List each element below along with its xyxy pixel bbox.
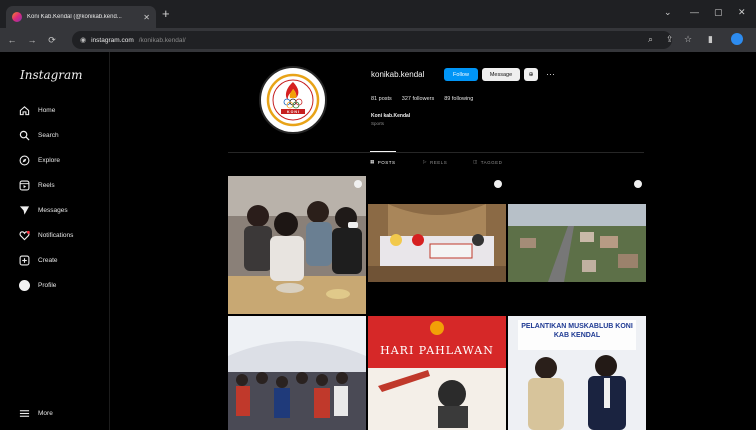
sidebar-item-label: Reels xyxy=(38,181,55,189)
post-caption-muskablub: PELANTIKAN MUSKABLUB KONI KAB KENDAL xyxy=(521,323,633,339)
add-person-icon: ⊕ xyxy=(528,72,534,78)
browser-toolbar: ← → ⟳ ◉ instagram.com/konikab.kendal/ xyxy=(0,28,756,52)
compass-icon xyxy=(18,154,30,166)
sidebar-item-explore[interactable]: Explore xyxy=(18,154,60,166)
message-button[interactable]: Message xyxy=(482,68,520,81)
profile-stats: 81 posts 327 followers 89 following xyxy=(371,96,473,102)
sidebar-item-label: Create xyxy=(38,256,58,264)
post-thumbnail[interactable]: PELANTIKAN MUSKABLUB KONI KAB KENDAL xyxy=(508,316,646,430)
site-info-icon[interactable]: ◉ xyxy=(80,36,86,44)
post-thumbnail[interactable]: HARI PAHLAWAN xyxy=(368,316,506,430)
search-icon[interactable]: ⌕ xyxy=(648,34,653,45)
sidebar-icon[interactable]: ▮ xyxy=(708,34,713,45)
browser-profile-avatar[interactable] xyxy=(731,33,743,45)
share-icon[interactable]: ⇪ xyxy=(666,34,674,45)
post-thumbnail[interactable] xyxy=(508,176,646,314)
post-caption-hari-pahlawan: HARI PAHLAWAN xyxy=(380,344,494,357)
sidebar-item-create[interactable]: Create xyxy=(18,254,58,266)
sidebar-item-label: Profile xyxy=(38,281,57,289)
sidebar-item-search[interactable]: Search xyxy=(18,129,59,141)
sidebar-item-notifications[interactable]: Notifications xyxy=(18,229,73,241)
search-icon xyxy=(18,129,30,141)
post-thumbnail[interactable] xyxy=(228,176,366,314)
posts-count: 81 posts xyxy=(371,96,392,102)
tabs-divider xyxy=(228,152,644,153)
close-window-icon[interactable]: ✕ xyxy=(738,7,746,18)
heart-icon xyxy=(18,229,30,241)
tab-reels[interactable]: ▷ REELS xyxy=(423,159,447,165)
browser-tab[interactable]: Koni Kab.Kendal (@konikab.kend... ✕ xyxy=(6,6,156,28)
instagram-favicon-icon xyxy=(12,12,22,22)
restore-icon[interactable]: ▢ xyxy=(714,7,723,18)
profile-display-name: Koni kab.Kendal xyxy=(371,113,411,119)
sidebar-item-label: Notifications xyxy=(38,231,74,239)
reels-icon xyxy=(18,179,30,191)
sidebar-item-label: More xyxy=(38,409,53,417)
photo-aerial-city xyxy=(508,176,646,314)
sidebar-item-profile[interactable]: Profile xyxy=(18,279,56,291)
profile-username: konikab.kendal xyxy=(371,70,425,79)
reels-icon: ▷ xyxy=(423,159,427,164)
send-icon xyxy=(18,204,30,216)
koni-logo-text: K O N I xyxy=(287,110,299,114)
close-tab-icon[interactable]: ✕ xyxy=(143,13,150,22)
more-options-button[interactable]: ··· xyxy=(546,69,555,79)
tab-label: TAGGED xyxy=(480,159,503,165)
carousel-icon xyxy=(354,180,362,188)
tab-title: Koni Kab.Kendal (@konikab.kend... xyxy=(27,14,122,20)
profile-avatar[interactable]: K O N I xyxy=(259,66,327,134)
sidebar-item-home[interactable]: Home xyxy=(18,104,55,116)
plus-square-icon xyxy=(18,254,30,266)
sidebar-item-more[interactable]: More xyxy=(18,407,53,419)
sidebar-item-label: Home xyxy=(38,106,56,114)
hamburger-menu-icon xyxy=(18,407,30,419)
minimize-icon[interactable]: — xyxy=(690,7,699,17)
new-tab-button[interactable]: + xyxy=(162,7,170,20)
chevron-down-icon[interactable]: ⌄ xyxy=(664,7,672,18)
instagram-sidebar: Instagram Home Search Explore Reels Mess… xyxy=(0,52,110,430)
tab-posts[interactable]: ▦ POSTS xyxy=(370,159,396,165)
active-tab-indicator xyxy=(370,151,396,152)
forward-button[interactable]: → xyxy=(24,35,40,45)
reload-button[interactable]: ⟳ xyxy=(44,35,60,46)
back-button[interactable]: ← xyxy=(4,35,20,45)
post-thumbnail[interactable] xyxy=(228,316,366,430)
carousel-icon xyxy=(634,180,642,188)
url-path: /konikab.kendal/ xyxy=(138,36,186,44)
sidebar-item-messages[interactable]: Messages xyxy=(18,204,68,216)
tag-icon: ◫ xyxy=(473,159,478,164)
sidebar-item-label: Search xyxy=(38,131,59,139)
followers-count[interactable]: 327 followers xyxy=(402,96,434,102)
more-dots-icon: ··· xyxy=(546,69,555,79)
photo-crowd-event xyxy=(228,316,366,430)
carousel-icon xyxy=(494,180,502,188)
sidebar-item-reels[interactable]: Reels xyxy=(18,179,55,191)
home-icon xyxy=(18,104,30,116)
tab-label: REELS xyxy=(429,159,448,165)
koni-logo-icon: K O N I xyxy=(266,73,320,127)
post-thumbnail[interactable] xyxy=(368,176,506,314)
sidebar-item-label: Messages xyxy=(38,206,68,214)
following-count[interactable]: 89 following xyxy=(444,96,473,102)
photo-event-stage xyxy=(368,176,506,314)
avatar-icon xyxy=(18,279,30,291)
follow-button[interactable]: Follow xyxy=(444,68,478,81)
graphic-hari-pahlawan xyxy=(368,316,506,430)
grid-icon: ▦ xyxy=(370,159,375,164)
url-host: instagram.com xyxy=(91,36,134,44)
sidebar-item-label: Explore xyxy=(38,156,61,164)
profile-category: Sports xyxy=(371,121,385,126)
tab-tagged[interactable]: ◫ TAGGED xyxy=(473,159,502,165)
photo-group-meeting xyxy=(228,176,366,314)
instagram-logo[interactable]: Instagram xyxy=(20,68,83,82)
suggest-similar-button[interactable]: ⊕ xyxy=(524,68,538,81)
bookmark-star-icon[interactable]: ☆ xyxy=(684,34,692,45)
address-bar[interactable]: ◉ instagram.com/konikab.kendal/ xyxy=(72,31,672,49)
browser-tab-strip: Koni Kab.Kendal (@konikab.kend... ✕ + ⌄ … xyxy=(0,0,756,28)
tab-label: POSTS xyxy=(377,159,396,165)
